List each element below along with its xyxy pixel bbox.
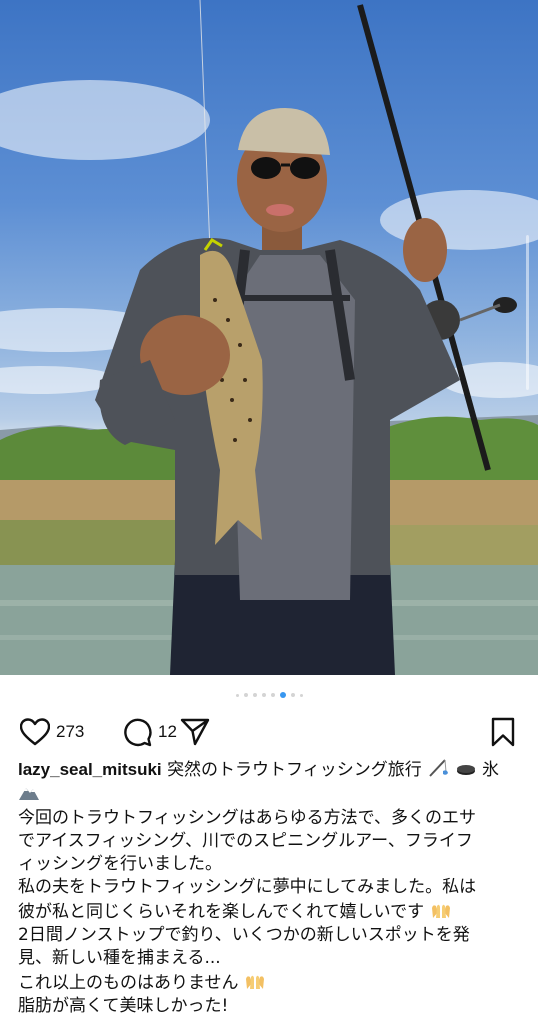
raised-hands-emoji: [245, 975, 264, 989]
caption-title-suffix: 氷: [481, 760, 499, 780]
comment-count: 12: [158, 722, 177, 741]
carousel-dot: [252, 693, 257, 697]
cap: [238, 108, 330, 155]
bookmark-outline-icon: [491, 717, 515, 747]
caption-line: でアイスフィッシング、川でのスピニングルアー、フライフ: [18, 830, 473, 851]
caption-line: 見、新しい種を捕まえる...: [18, 948, 221, 969]
save-button[interactable]: [490, 713, 516, 751]
caption-line: これ以上のものはありません: [18, 972, 239, 993]
caption-line: ィッシングを行いました。: [18, 854, 222, 875]
carousel-dot-active: [279, 692, 286, 698]
carousel-dot: [243, 693, 248, 697]
caption-emoji-line: [18, 782, 518, 806]
caption-line: 脂肪が高くて美味しかった!: [18, 995, 229, 1016]
post-photo[interactable]: [0, 0, 538, 675]
share-button[interactable]: [180, 713, 210, 751]
carousel-indicator: [0, 691, 538, 699]
caption-line: 私の夫をトラウトフィッシングに夢中にしてみました。私は: [18, 877, 477, 898]
caption-line-with-emoji: 彼が私と同じくらいそれを楽しんでくれて嬉しいです: [18, 900, 518, 924]
heart-outline-icon: [20, 718, 50, 746]
photo-illustration: [0, 0, 538, 675]
carousel-dot: [270, 693, 275, 697]
ice-hockey-puck-emoji: [456, 765, 475, 775]
raised-hands-emoji: [431, 904, 450, 918]
caption-header: lazy_seal_mitsuki 突然のトラウトフィッシング旅行 氷: [18, 758, 518, 782]
like-button[interactable]: 273: [20, 713, 84, 751]
carousel-dot: [299, 693, 303, 697]
caption-line: 2日間ノンストップで釣り、いくつかの新しいスポットを発: [18, 925, 470, 946]
like-count: 273: [56, 722, 85, 741]
comment-button[interactable]: 12: [122, 713, 177, 751]
fishing-pole-emoji: [429, 759, 449, 777]
paper-plane-icon: [180, 718, 210, 746]
caption-line: 彼が私と同じくらいそれを楽しんでくれて嬉しいです: [18, 901, 425, 922]
mountain-emoji: [19, 788, 39, 801]
username-link[interactable]: lazy_seal_mitsuki: [18, 760, 162, 779]
carousel-dot: [261, 693, 266, 697]
carousel-dot: [235, 693, 239, 697]
caption-line: 今回のトラウトフィッシングはあらゆる方法で、多くのエサ: [18, 807, 476, 828]
post-caption: lazy_seal_mitsuki 突然のトラウトフィッシング旅行 氷 今回のト…: [18, 758, 518, 1018]
caption-line-with-emoji: これ以上のものはありません: [18, 971, 518, 995]
carousel-dot: [290, 693, 295, 697]
action-bar: 273 12: [18, 713, 516, 751]
comment-bubble-icon: [124, 718, 152, 747]
caption-title: 突然のトラウトフィッシング旅行: [167, 760, 422, 780]
